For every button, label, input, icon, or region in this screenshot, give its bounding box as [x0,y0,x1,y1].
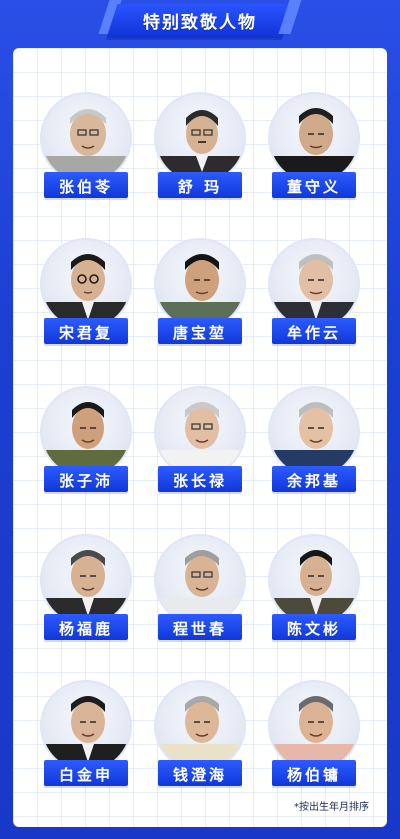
name-plate: 程世春 [158,614,242,640]
person-name: 舒 玛 [177,178,223,196]
portrait-icon [42,254,130,328]
portrait-icon [156,696,244,770]
portrait-frame [154,680,246,772]
portrait-icon [42,550,130,624]
person-name: 钱澄海 [172,766,227,784]
portrait-frame [154,534,246,626]
name-plate: 余邦基 [272,466,356,492]
portrait-frame [268,680,360,772]
portrait-frame [268,386,360,478]
name-plate: 牟作云 [272,318,356,344]
name-plate: 钱澄海 [158,760,242,786]
name-plate: 陈文彬 [272,614,356,640]
person-1: 张伯苓 [29,92,143,222]
person-name: 张伯苓 [58,178,113,196]
name-plate: 张伯苓 [44,172,128,198]
name-plate: 舒 玛 [158,172,242,198]
portrait-icon [270,108,358,182]
person-10: 杨福鹿 [29,534,143,664]
portrait-icon [156,550,244,624]
name-plate: 杨伯镛 [272,760,356,786]
person-9: 余邦基 [257,386,371,516]
person-7: 张子沛 [29,386,143,516]
person-11: 程世春 [143,534,257,664]
person-name: 唐宝堃 [172,324,227,342]
portrait-icon [270,696,358,770]
name-plate: 宋君复 [44,318,128,344]
people-card: 张伯苓 舒 玛 董守义 宋君复 唐宝堃 牟作云 张子沛 张长禄 余邦基 杨福鹿 … [13,48,387,827]
portrait-frame [40,534,132,626]
person-12: 陈文彬 [257,534,371,664]
person-name: 杨福鹿 [58,620,113,638]
name-plate: 张子沛 [44,466,128,492]
person-3: 董守义 [257,92,371,222]
portrait-frame [154,386,246,478]
portrait-frame [268,238,360,330]
portrait-icon [156,110,244,182]
person-name: 张长禄 [172,472,227,490]
portrait-icon [156,402,244,476]
portrait-frame [268,534,360,626]
person-14: 钱澄海 [143,680,257,810]
person-name: 董守义 [286,178,341,196]
name-plate: 董守义 [272,172,356,198]
portrait-icon [42,402,130,476]
portrait-icon [270,254,358,328]
name-plate: 唐宝堃 [158,318,242,344]
portrait-frame [40,238,132,330]
person-4: 宋君复 [29,238,143,368]
person-name: 杨伯镛 [286,766,341,784]
person-2: 舒 玛 [143,92,257,222]
sort-footnote: *按出生年月排序 [294,802,369,813]
person-name: 余邦基 [286,472,341,490]
portrait-icon [42,109,130,182]
person-name: 白金申 [58,766,113,784]
portrait-icon [42,696,130,770]
person-name: 张子沛 [58,472,113,490]
portrait-frame [40,386,132,478]
person-name: 宋君复 [58,324,113,342]
person-5: 唐宝堃 [143,238,257,368]
person-name: 程世春 [172,620,227,638]
portrait-frame [154,238,246,330]
person-name: 陈文彬 [286,620,341,638]
person-13: 白金申 [29,680,143,810]
person-8: 张长禄 [143,386,257,516]
name-plate: 杨福鹿 [44,614,128,640]
portrait-icon [270,402,358,476]
portrait-frame [40,92,132,184]
portrait-frame [268,92,360,184]
name-plate: 白金申 [44,760,128,786]
person-6: 牟作云 [257,238,371,368]
portrait-icon [270,550,358,624]
portrait-frame [40,680,132,772]
page-title: 特别致敬人物 [143,13,257,33]
portrait-frame [154,92,246,184]
person-15: 杨伯镛 [257,680,371,810]
person-name: 牟作云 [286,324,341,342]
name-plate: 张长禄 [158,466,242,492]
portrait-icon [156,254,244,328]
